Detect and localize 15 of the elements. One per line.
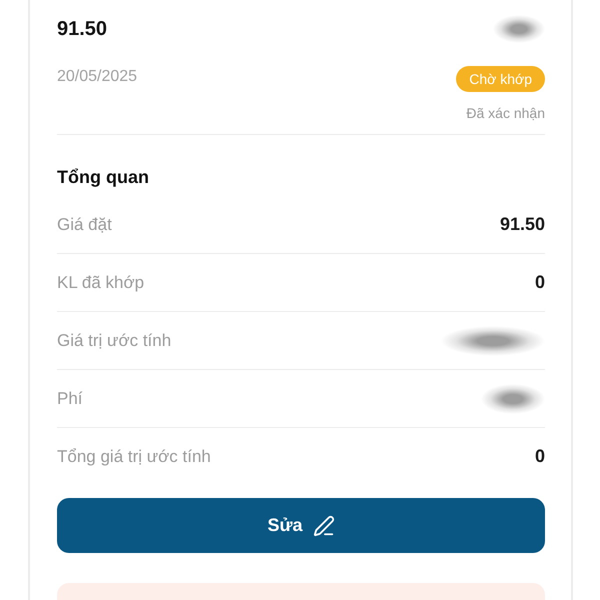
row-value: 91.50 <box>500 214 545 235</box>
row-label: Giá đặt <box>57 214 112 234</box>
row-label: KL đã khớp <box>57 272 144 292</box>
row-value: 0 <box>534 272 545 293</box>
row-label: Phí <box>57 388 83 408</box>
confirmation-status: Đã xác nhận <box>466 104 545 122</box>
order-price: 91.50 <box>57 17 108 41</box>
section-title: Tổng quan <box>57 166 150 188</box>
edit-button[interactable]: Sửa <box>57 498 545 553</box>
row-value: 0 <box>534 446 545 467</box>
row-label: Giá trị ước tính <box>57 330 172 350</box>
pencil-icon <box>312 514 335 536</box>
status-badge: Chờ khớp <box>456 66 545 92</box>
order-date: 20/05/2025 <box>57 67 138 87</box>
row-label: Tổng giá trị ước tính <box>57 446 211 466</box>
